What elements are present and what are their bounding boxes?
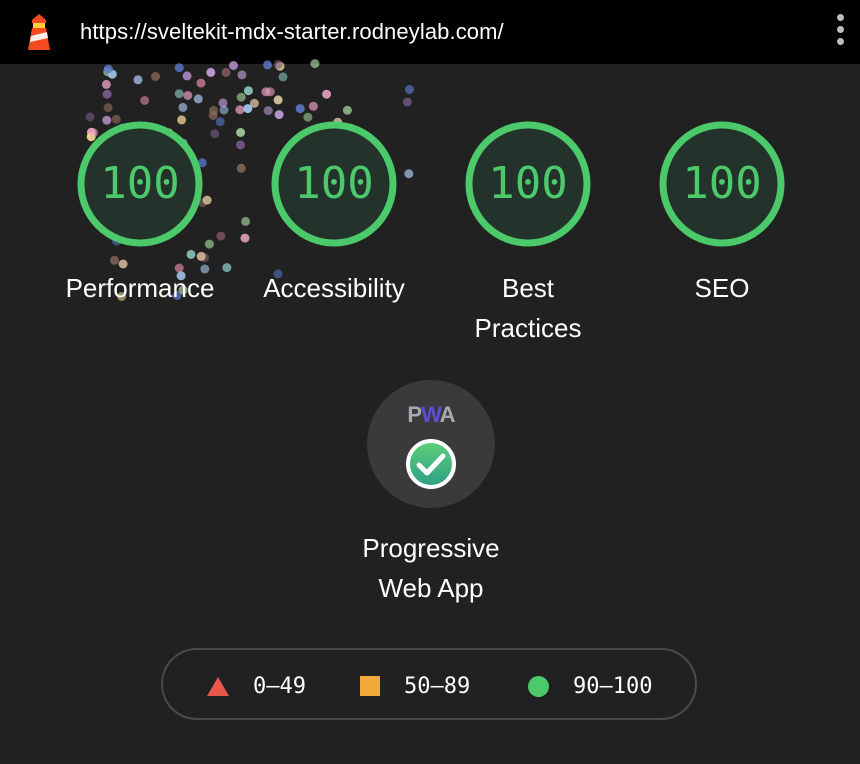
score-value: 100 <box>100 158 180 209</box>
confetti-dot <box>402 97 412 107</box>
check-circle-icon <box>406 439 456 489</box>
confetti-dot <box>151 72 160 81</box>
confetti-dot <box>265 87 275 97</box>
confetti-dot <box>103 103 113 113</box>
confetti-dot <box>243 104 253 114</box>
browser-toolbar: https://sveltekit-mdx-starter.rodneylab.… <box>0 0 860 64</box>
confetti-dot <box>295 104 305 114</box>
confetti-dot <box>107 69 117 79</box>
pwa-logo-icon: PWA <box>367 402 495 428</box>
confetti-dot <box>218 98 228 108</box>
square-icon <box>360 676 380 696</box>
legend-range: 50–89 <box>404 673 471 699</box>
triangle-icon <box>207 676 229 696</box>
confetti-dot <box>236 140 245 150</box>
score-value: 100 <box>294 158 374 209</box>
confetti-dot <box>240 233 250 243</box>
confetti-dot <box>249 98 259 108</box>
confetti-dot <box>235 105 245 115</box>
pwa-label: Progressive Web App <box>300 528 562 608</box>
confetti-dot <box>308 101 318 111</box>
confetti-dot <box>261 87 271 97</box>
confetti-dot <box>237 70 247 80</box>
confetti-dot <box>236 92 246 102</box>
confetti-dot <box>209 105 219 115</box>
score-value: 100 <box>682 158 762 209</box>
confetti-dot <box>193 94 203 104</box>
confetti-dot <box>178 102 188 112</box>
url-text[interactable]: https://sveltekit-mdx-starter.rodneylab.… <box>80 19 504 45</box>
more-options-icon[interactable] <box>830 14 850 50</box>
confetti-dot <box>200 253 209 262</box>
confetti-dot <box>216 231 226 241</box>
confetti-dot <box>274 110 284 120</box>
confetti-dot <box>183 91 193 100</box>
pwa-label-line: Web App <box>378 573 484 603</box>
confetti-dot <box>241 216 251 226</box>
confetti-dot <box>196 78 206 88</box>
confetti-dot <box>101 79 111 89</box>
confetti-dot <box>103 64 113 74</box>
confetti-dot <box>206 67 216 77</box>
pwa-logo-letter: P <box>407 402 422 427</box>
confetti-dot <box>133 75 143 85</box>
gauge-label-line: Practices <box>474 313 582 343</box>
legend-item-average: 50–89 <box>360 672 470 700</box>
confetti-dot <box>102 89 112 99</box>
pwa-logo-letter: A <box>439 402 456 427</box>
gauge-label: Performance <box>65 273 215 303</box>
confetti-dot <box>273 95 283 105</box>
confetti-dot <box>342 105 352 115</box>
lighthouse-logo-icon <box>28 14 50 50</box>
confetti-dot <box>278 72 288 82</box>
confetti-dot <box>405 85 414 94</box>
gauge-label: Accessibility <box>263 273 405 303</box>
confetti-dot <box>210 129 220 139</box>
confetti-dot <box>236 163 246 173</box>
confetti-dot <box>182 71 192 81</box>
confetti-dot <box>110 255 119 265</box>
confetti-dot <box>221 67 231 77</box>
confetti-dot <box>196 251 206 261</box>
confetti-dot <box>219 105 229 115</box>
pwa-badge-gauge[interactable]: PWA <box>367 380 495 508</box>
confetti-dot <box>243 86 253 96</box>
confetti-dot <box>186 249 196 259</box>
confetti-dot <box>140 96 150 105</box>
gauge-label-line: Best <box>501 273 555 303</box>
legend-item-fail: 0–49 <box>207 672 306 700</box>
circle-icon <box>528 675 549 697</box>
gauge-label: SEO <box>694 273 750 303</box>
pwa-label-line: Progressive <box>362 533 500 563</box>
score-legend: 0–49 50–89 90–100 <box>161 648 697 720</box>
confetti-dot <box>174 89 184 99</box>
confetti-dot <box>236 128 246 137</box>
legend-item-pass: 90–100 <box>528 672 652 700</box>
legend-range: 90–100 <box>573 673 653 699</box>
confetti-dot <box>215 117 225 127</box>
confetti-dot <box>322 89 332 99</box>
confetti-dot <box>174 63 184 73</box>
confetti-dot <box>204 239 214 249</box>
confetti-dot <box>263 106 273 116</box>
pwa-logo-letter: W <box>421 402 441 427</box>
score-value: 100 <box>488 158 568 209</box>
gauge-label: Best Practices <box>418 268 638 348</box>
confetti-dot <box>208 110 218 120</box>
legend-range: 0–49 <box>253 673 306 699</box>
confetti-dot <box>103 67 113 77</box>
